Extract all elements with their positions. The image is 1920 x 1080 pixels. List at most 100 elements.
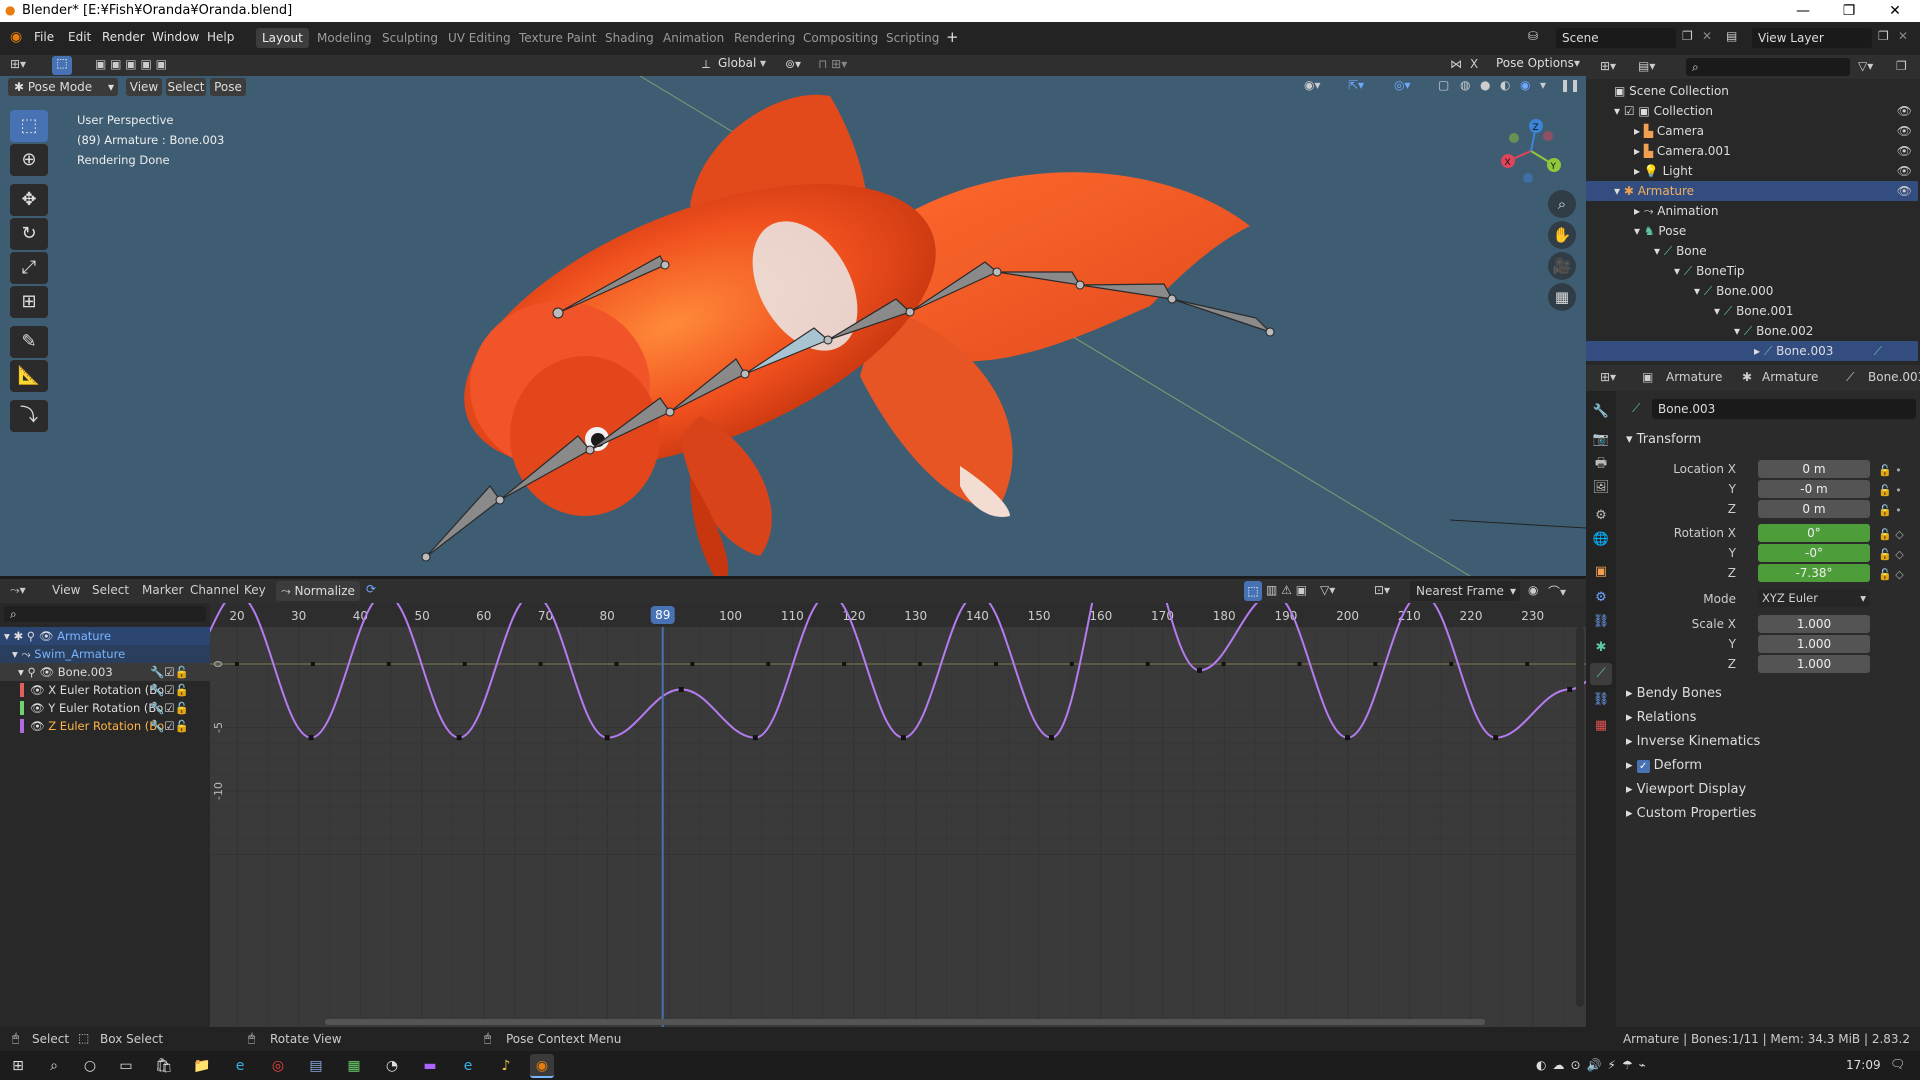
- outliner-item-bone-001[interactable]: ▾ ⟋ Bone.001: [1586, 301, 1918, 321]
- display-mode-icon[interactable]: ▤▾: [1638, 59, 1655, 73]
- keyframe-point[interactable]: [918, 662, 923, 666]
- outliner-search-input[interactable]: ⌕: [1686, 58, 1850, 76]
- app-icon[interactable]: ▤: [304, 1054, 328, 1078]
- lock-icon[interactable]: 🔓 •: [1878, 501, 1904, 521]
- bone-x-mirror-icon[interactable]: ⋈: [1450, 57, 1462, 71]
- normalize-toggle[interactable]: ⤳ Normalize: [276, 581, 360, 601]
- keyframe-point[interactable]: [538, 662, 543, 666]
- cortana-icon[interactable]: ○: [78, 1054, 102, 1078]
- start-icon[interactable]: ⊞: [6, 1054, 30, 1078]
- relations-panel[interactable]: ▸ Relations: [1626, 707, 1696, 729]
- graph-area[interactable]: 20 30 40 50 60 70 80 100 110 120 130 140 150 160 170 18…: [210, 603, 1586, 1027]
- bone-name-field[interactable]: Bone.003: [1652, 399, 1916, 419]
- filter-icon[interactable]: ▽▾: [1320, 583, 1335, 597]
- disclosure-icon[interactable]: ▾: [1654, 244, 1664, 258]
- tab-shading[interactable]: Shading: [599, 28, 660, 48]
- pin-icon[interactable]: ⚲: [27, 629, 39, 643]
- outliner-item-bone-003[interactable]: ▸ ⟋ Bone.003 ⟋: [1586, 341, 1918, 361]
- pose-options-button[interactable]: Pose Options: [1496, 56, 1574, 70]
- channel-toggle-icons[interactable]: 🔧☑🔓: [150, 699, 189, 717]
- delete-scene-icon[interactable]: ✕: [1702, 29, 1712, 43]
- graph-menu-select[interactable]: Select: [92, 583, 129, 597]
- disclosure-icon[interactable]: ▸: [1634, 204, 1644, 218]
- keyframe-icon[interactable]: 🔓 ◇: [1878, 545, 1904, 565]
- pivot-point-icon[interactable]: ⊡▾: [1374, 583, 1390, 597]
- outliner-editor-icon[interactable]: ⊞▾: [1600, 59, 1616, 73]
- keyframe-point[interactable]: [1069, 662, 1074, 666]
- keyframe-point[interactable]: [456, 735, 462, 741]
- scale-x-field[interactable]: 1.000: [1758, 615, 1870, 633]
- filter-icon[interactable]: ▽▾: [1858, 59, 1873, 73]
- checkbox-icon[interactable]: ☑: [1624, 104, 1639, 118]
- interaction-mode-dropdown[interactable]: ✱ Pose Mode ▾: [8, 78, 118, 96]
- select-box-tool-icon[interactable]: ⬚: [10, 110, 48, 142]
- select-box-mode-icon[interactable]: ⬚: [52, 56, 72, 75]
- scene-name-field[interactable]: Scene: [1556, 28, 1676, 48]
- keyframe-point[interactable]: [1197, 667, 1203, 673]
- material-shading-icon[interactable]: ◐: [1500, 78, 1510, 92]
- channel-y-euler[interactable]: 👁 Y Euler Rotation (Bo 🔧☑🔓: [0, 699, 210, 717]
- pivot-point-icon[interactable]: ⊚▾: [785, 57, 801, 71]
- pin-icon[interactable]: ⚲: [27, 665, 39, 679]
- pause-render-icon[interactable]: ❚❚: [1560, 78, 1580, 92]
- channel-toggle-icons[interactable]: 🔧☑🔓: [150, 663, 189, 681]
- explorer-icon[interactable]: 📁: [190, 1054, 214, 1078]
- deform-panel[interactable]: ▸ ✓ Deform: [1626, 755, 1702, 777]
- channel-swim-armature[interactable]: ▾ ⤳ Swim_Armature: [0, 645, 210, 663]
- overlay-icon[interactable]: ◎▾: [1394, 78, 1411, 92]
- outliner-item-pose[interactable]: ▾ ♞ Pose: [1586, 221, 1918, 241]
- keyframe-point[interactable]: [1493, 735, 1499, 741]
- tab-sculpting[interactable]: Sculpting: [376, 28, 444, 48]
- rendered-shading-icon[interactable]: ◉: [1520, 78, 1530, 92]
- search-icon[interactable]: ⌕: [42, 1054, 66, 1078]
- add-workspace-icon[interactable]: +: [946, 28, 959, 46]
- outliner-item-camera-001[interactable]: ▸ ▙ Camera.001 👁: [1586, 141, 1918, 161]
- viewport-menu-pose[interactable]: Pose: [210, 78, 246, 96]
- graph-scrollbar-vertical[interactable]: [1576, 627, 1584, 1007]
- keyframe-point[interactable]: [1145, 662, 1150, 666]
- channel-x-euler[interactable]: 👁 X Euler Rotation (Bo 🔧☑🔓: [0, 681, 210, 699]
- menu-render[interactable]: Render: [102, 30, 145, 44]
- keyframe-point[interactable]: [1567, 686, 1573, 692]
- minimize-icon[interactable]: —: [1780, 0, 1826, 22]
- keyframe-point[interactable]: [308, 735, 314, 741]
- tab-texture-paint[interactable]: Texture Paint: [513, 28, 602, 48]
- tool-tab-icon[interactable]: 🔧: [1590, 401, 1612, 423]
- transform-panel-header[interactable]: ▾ Transform: [1626, 429, 1701, 451]
- orientation-icon[interactable]: ⟂: [702, 57, 710, 72]
- visibility-icon[interactable]: ◉▾: [1304, 78, 1321, 92]
- editor-type-icon[interactable]: ⊞▾: [10, 57, 26, 71]
- disclosure-icon[interactable]: ▾: [1614, 104, 1624, 118]
- graph-menu-view[interactable]: View: [52, 583, 80, 597]
- cursor-tool-icon[interactable]: ⊕: [10, 144, 48, 176]
- z-rotation-curve[interactable]: [210, 603, 1586, 739]
- deform-checkbox[interactable]: ✓: [1636, 760, 1650, 773]
- edge-icon[interactable]: e: [228, 1054, 252, 1078]
- rotation-z-field[interactable]: -7.38°: [1758, 564, 1870, 582]
- snap-mode-dropdown[interactable]: Nearest Frame ▾: [1410, 581, 1520, 601]
- disclosure-icon[interactable]: ▸: [1634, 144, 1644, 158]
- ie-icon[interactable]: e: [456, 1054, 480, 1078]
- outliner-item-bone-002[interactable]: ▾ ⟋ Bone.002: [1586, 321, 1918, 341]
- rotate-tool-icon[interactable]: ↻: [10, 218, 48, 250]
- graph-menu-marker[interactable]: Marker: [142, 583, 183, 597]
- snap-icon[interactable]: ⊓ ⊞▾: [818, 57, 847, 71]
- keyframe-point[interactable]: [1221, 662, 1226, 666]
- tab-uv-editing[interactable]: UV Editing: [442, 28, 517, 48]
- keyframe-icon[interactable]: 🔓 ◇: [1878, 565, 1904, 585]
- proportional-editing-icon[interactable]: ◉: [1528, 583, 1538, 597]
- gizmo-icon[interactable]: ⇱▾: [1348, 78, 1364, 92]
- keyframe-point[interactable]: [614, 662, 619, 666]
- eye-icon[interactable]: 👁: [30, 683, 48, 697]
- viewport-display-panel[interactable]: ▸ Viewport Display: [1626, 779, 1746, 801]
- keyframe-point[interactable]: [1449, 662, 1454, 666]
- rotation-y-field[interactable]: -0°: [1758, 544, 1870, 562]
- rotation-x-field[interactable]: 0°: [1758, 524, 1870, 542]
- keyframe-point[interactable]: [604, 735, 610, 741]
- graph-menu-key[interactable]: Key: [244, 583, 266, 597]
- scale-y-field[interactable]: 1.000: [1758, 635, 1870, 653]
- eye-icon[interactable]: 👁: [30, 719, 48, 733]
- keyframe-point[interactable]: [462, 662, 467, 666]
- render-tab-icon[interactable]: 📷: [1590, 429, 1612, 451]
- scale-tool-icon[interactable]: ⤢: [10, 252, 48, 284]
